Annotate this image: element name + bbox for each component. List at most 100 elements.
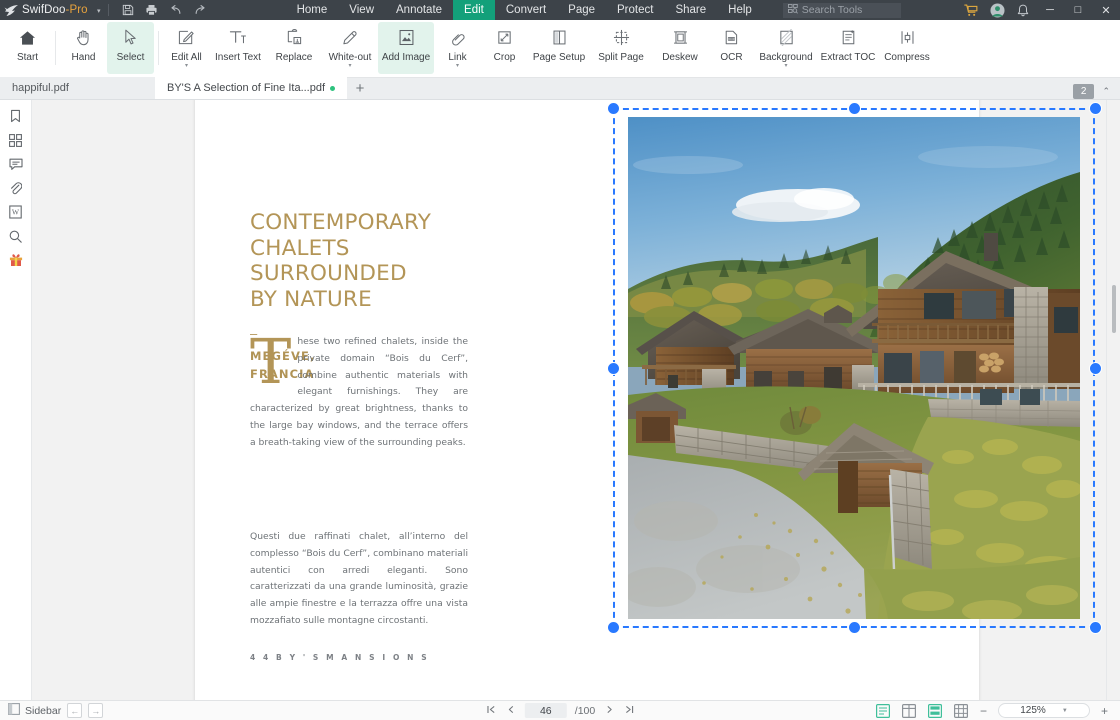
ribbon-button-extract-toc[interactable]: Extract TOC: [817, 22, 879, 74]
resize-handle-middle-right[interactable]: [1089, 362, 1102, 375]
ribbon-button-select[interactable]: Select: [107, 22, 154, 74]
grid-view-icon[interactable]: [952, 703, 969, 718]
chevron-up-icon[interactable]: ⌃: [1098, 86, 1114, 97]
maximize-button[interactable]: □: [1064, 0, 1092, 20]
chevron-down-icon[interactable]: ▾: [784, 63, 787, 69]
next-page-button[interactable]: [603, 705, 615, 717]
sidebar-item-thumbnails[interactable]: [0, 128, 32, 152]
open-documents-count[interactable]: 2: [1072, 84, 1095, 99]
divider: [158, 31, 159, 65]
document-workspace[interactable]: CONTEMPORARY CHALETS SURROUNDED BY NATUR…: [32, 100, 1106, 700]
resize-handle-bottom-right[interactable]: [1089, 621, 1102, 634]
brand-caret-icon[interactable]: ▾: [97, 8, 101, 15]
account-avatar-icon[interactable]: [984, 0, 1010, 20]
two-page-view-icon[interactable]: [900, 703, 917, 718]
resize-handle-middle-left[interactable]: [607, 362, 620, 375]
chevron-down-icon[interactable]: ▾: [348, 63, 351, 69]
ribbon-button-background[interactable]: Background ▾: [755, 22, 817, 74]
chevron-down-icon[interactable]: ▼: [1062, 708, 1068, 714]
sidebar-item-convert-word[interactable]: W: [0, 200, 32, 224]
current-page-input[interactable]: 46: [524, 703, 567, 718]
edit-all-icon: [178, 27, 195, 48]
ribbon-button-start[interactable]: Start: [4, 22, 51, 74]
menu-item-share[interactable]: Share: [664, 0, 717, 20]
body-paragraph-italian[interactable]: Questi due raffinati chalet, all’interno…: [250, 529, 468, 630]
first-page-button[interactable]: [485, 705, 497, 717]
zoom-in-button[interactable]: +: [1099, 704, 1110, 718]
title-line: CONTEMPORARY: [250, 210, 432, 235]
sidebar-item-bookmarks[interactable]: [0, 104, 32, 128]
gift-icon: [9, 253, 23, 267]
continuous-scroll-icon[interactable]: [926, 703, 943, 718]
document-tab-strip: happiful.pdf BY'S A Selection of Fine It…: [0, 77, 1120, 100]
sidebar-item-gift[interactable]: [0, 248, 32, 272]
last-page-button[interactable]: [623, 705, 635, 717]
ribbon-button-crop[interactable]: Crop: [481, 22, 528, 74]
resize-handle-top-left[interactable]: [607, 102, 620, 115]
menu-item-view[interactable]: View: [338, 0, 385, 20]
menu-item-protect[interactable]: Protect: [606, 0, 664, 20]
menu-item-convert[interactable]: Convert: [495, 0, 557, 20]
menu-item-home[interactable]: Home: [286, 0, 339, 20]
sidebar-item-comments[interactable]: [0, 152, 32, 176]
menu-item-help[interactable]: Help: [717, 0, 763, 20]
print-icon[interactable]: [140, 0, 164, 20]
menu-item-page[interactable]: Page: [557, 0, 606, 20]
new-tab-button[interactable]: +: [347, 77, 373, 99]
title-line: BY NATURE: [250, 286, 372, 312]
swifdoo-window: SwifDoo-Pro ▾ Home View Annotate Edit Co…: [0, 0, 1120, 720]
brand-name: SwifDoo: [22, 4, 66, 16]
save-icon[interactable]: [116, 0, 140, 20]
body-paragraph-english[interactable]: T hese two refined chalets, inside the p…: [250, 331, 468, 452]
redo-icon[interactable]: [188, 0, 212, 20]
zoom-level-selector[interactable]: 125% ▼: [998, 703, 1090, 718]
ribbon-button-white-out[interactable]: White-out ▾: [322, 22, 378, 74]
pdf-page[interactable]: CONTEMPORARY CHALETS SURROUNDED BY NATUR…: [195, 100, 1102, 700]
titlebar-right-cluster: ─ □ ✕: [958, 0, 1120, 20]
ribbon-label: Replace: [275, 52, 313, 63]
ribbon-button-hand[interactable]: Hand: [60, 22, 107, 74]
menu-item-edit[interactable]: Edit: [453, 0, 495, 20]
resize-handle-top-center[interactable]: [848, 102, 861, 115]
notification-bell-icon[interactable]: [1010, 0, 1036, 20]
ribbon-button-link[interactable]: Link ▾: [434, 22, 481, 74]
sidebar-toggle-button[interactable]: Sidebar: [8, 703, 61, 718]
previous-page-button[interactable]: [505, 705, 517, 717]
ribbon-label: Crop: [493, 52, 516, 63]
ribbon-button-page-setup[interactable]: Page Setup: [528, 22, 590, 74]
ribbon-button-compress[interactable]: Compress: [879, 22, 935, 74]
ribbon-button-replace[interactable]: Replace: [266, 22, 322, 74]
ribbon-button-deskew[interactable]: Deskew: [652, 22, 708, 74]
close-button[interactable]: ✕: [1092, 0, 1120, 20]
menu-item-annotate[interactable]: Annotate: [385, 0, 453, 20]
undo-icon[interactable]: [164, 0, 188, 20]
sidebar-item-search[interactable]: [0, 224, 32, 248]
sidebar-item-attachments[interactable]: [0, 176, 32, 200]
resize-handle-bottom-left[interactable]: [607, 621, 620, 634]
next-view-button[interactable]: →: [88, 703, 104, 718]
zoom-out-button[interactable]: −: [978, 704, 989, 718]
document-tab-bys-selection[interactable]: BY'S A Selection of Fine Ita...pdf: [155, 77, 348, 99]
previous-view-button[interactable]: ←: [67, 703, 83, 718]
chalet-photo[interactable]: [628, 117, 1080, 619]
tab-title: happiful.pdf: [12, 82, 69, 94]
ribbon-button-split-page[interactable]: Split Page: [590, 22, 652, 74]
ribbon-button-add-image[interactable]: Add Image: [378, 22, 434, 74]
ribbon-button-insert-text[interactable]: Insert Text: [210, 22, 266, 74]
image-selection-overlay[interactable]: [607, 102, 1102, 634]
vertical-scrollbar[interactable]: [1106, 100, 1120, 700]
page-setup-icon: [551, 27, 568, 48]
ribbon-button-ocr[interactable]: OCR OCR: [708, 22, 755, 74]
replace-icon: [285, 27, 303, 48]
single-page-view-icon[interactable]: [874, 703, 891, 718]
search-tools-input[interactable]: Search Tools: [782, 2, 901, 18]
chevron-down-icon[interactable]: ▾: [185, 63, 188, 69]
ribbon-button-edit-all[interactable]: Edit All ▾: [163, 22, 210, 74]
cart-icon[interactable]: [958, 0, 984, 20]
chevron-down-icon[interactable]: ▾: [456, 63, 459, 69]
resize-handle-bottom-center[interactable]: [848, 621, 861, 634]
scrollbar-thumb[interactable]: [1112, 285, 1116, 333]
resize-handle-top-right[interactable]: [1089, 102, 1102, 115]
document-tab-happiful[interactable]: happiful.pdf: [0, 77, 155, 99]
minimize-button[interactable]: ─: [1036, 0, 1064, 20]
